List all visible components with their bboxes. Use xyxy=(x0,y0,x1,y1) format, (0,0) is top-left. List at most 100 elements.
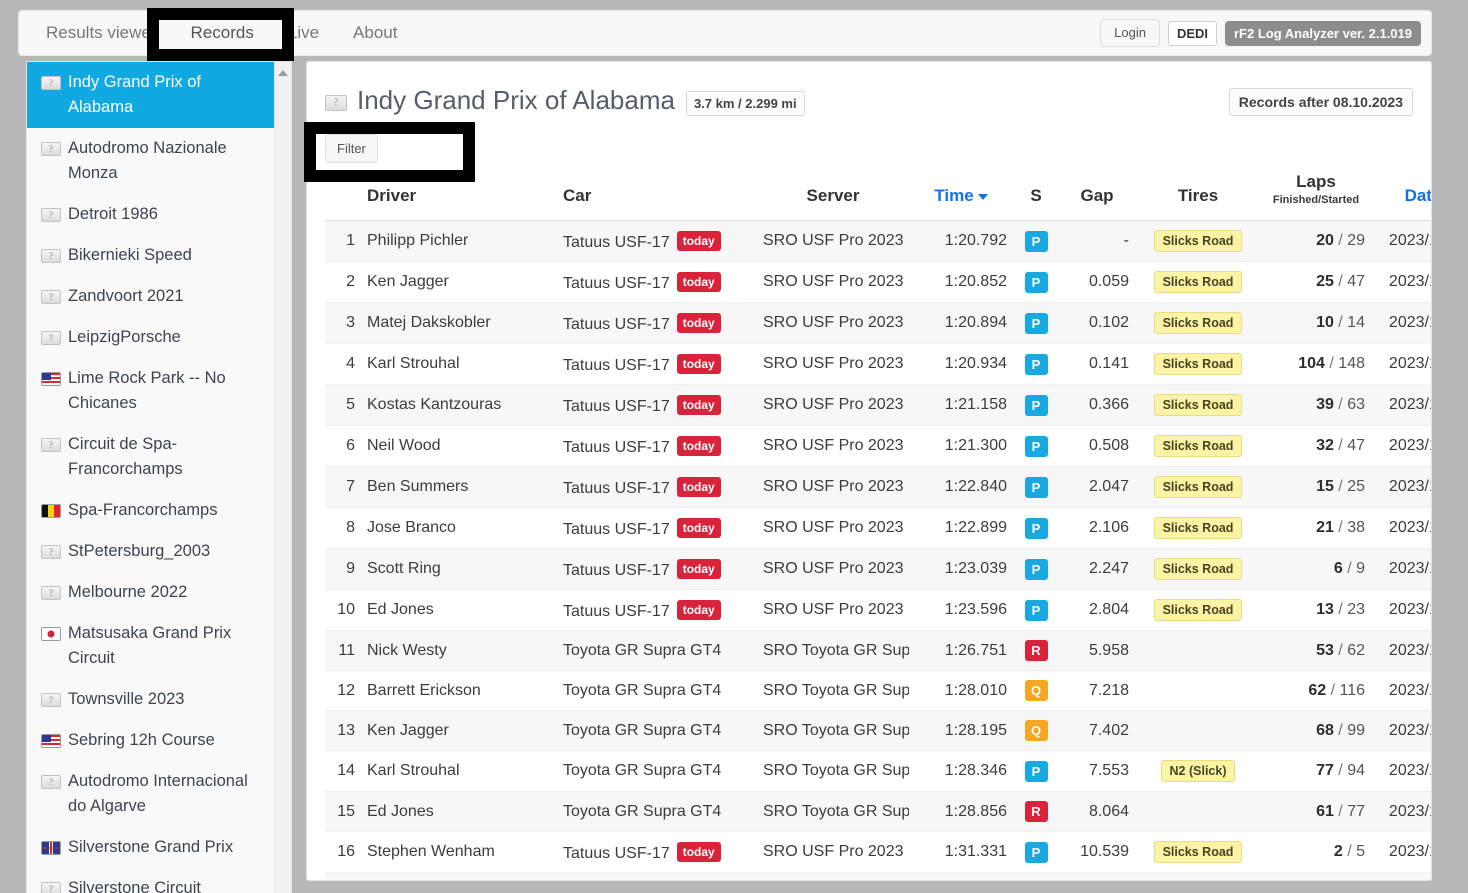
cell-driver: Matej Dakskobler xyxy=(361,302,557,344)
table-row[interactable]: 12 Barrett Erickson Toyota GR Supra GT4 SRO… xyxy=(325,670,1431,711)
sidebar-item-bikernieki-speed[interactable]: Bikernieki Speed xyxy=(27,235,275,276)
sidebar-item-spa-francorchamps[interactable]: Spa-Francorchamps xyxy=(27,490,275,531)
table-row[interactable]: 5 Kostas Kantzouras Tatuus USF-17 today SRO … xyxy=(325,384,1431,426)
col-server: Server xyxy=(757,168,909,221)
cell-date[interactable]: 2023/10/31 xyxy=(1371,589,1431,631)
cell-date[interactable]: 2023/10/31 xyxy=(1371,425,1431,467)
sidebar-scrollbar[interactable] xyxy=(274,62,291,893)
session-badge: P xyxy=(1024,558,1048,580)
table-row[interactable]: 16 Stephen Wenham Tatuus USF-17 today SRO US… xyxy=(325,831,1431,873)
cell-date[interactable]: 2023/10/31 xyxy=(1371,261,1431,303)
sidebar-item-stpetersburg-2003[interactable]: StPetersburg_2003 xyxy=(27,531,275,572)
table-row[interactable]: 15 Ed Jones Toyota GR Supra GT4 SRO Toyota … xyxy=(325,791,1431,832)
sidebar-item-zandvoort-2021[interactable]: Zandvoort 2021 xyxy=(27,276,275,317)
cell-date[interactable]: 2023/10/22 xyxy=(1371,710,1431,751)
sidebar-item-indy-grand-prix-of-alabama[interactable]: Indy Grand Prix of Alabama xyxy=(27,62,275,128)
cell-position: 17 xyxy=(325,872,361,880)
sidebar-item-townsville-2023[interactable]: Townsville 2023 xyxy=(27,679,275,720)
table-row[interactable]: 8 Jose Branco Tatuus USF-17 today SRO USF Pr… xyxy=(325,507,1431,549)
sidebar-item-lime-rock-park-no-chicanes[interactable]: Lime Rock Park -- No Chicanes xyxy=(27,358,275,424)
cell-gap: - xyxy=(1059,220,1135,262)
cell-tires xyxy=(1135,630,1261,671)
table-row[interactable]: 3 Matej Dakskobler Tatuus USF-17 today SRO U… xyxy=(325,302,1431,344)
table-row[interactable]: 1 Philipp Pichler Tatuus USF-17 today SRO US… xyxy=(325,220,1431,262)
cell-server: SRO USF Pro 2023 xyxy=(757,261,909,303)
session-badge: Q xyxy=(1024,720,1048,741)
cell-driver: Ed Jones xyxy=(361,589,557,631)
sidebar-item-autodromo-internacional-do-algarve[interactable]: Autodromo Internacional do Algarve xyxy=(27,761,275,827)
cell-session: P xyxy=(1013,507,1059,549)
cell-position: 9 xyxy=(325,548,361,590)
cell-date[interactable]: 2023/10/22 xyxy=(1371,750,1431,792)
sidebar-item-autodromo-nazionale-monza[interactable]: Autodromo Nazionale Monza xyxy=(27,128,275,194)
cell-session: P xyxy=(1013,261,1059,303)
today-badge: today xyxy=(676,230,721,251)
sidebar-item-matsusaka-grand-prix-circuit[interactable]: Matsusaka Grand Prix Circuit xyxy=(27,613,275,679)
cell-car: Tatuus USF-17 today xyxy=(557,507,757,549)
sidebar-item-detroit-1986[interactable]: Detroit 1986 xyxy=(27,194,275,235)
nav-about[interactable]: About xyxy=(336,11,414,55)
dedi-badge[interactable]: DEDI xyxy=(1167,20,1217,46)
col-date-sort[interactable]: Date xyxy=(1371,168,1431,221)
sidebar-item-sebring-12h-course[interactable]: Sebring 12h Course xyxy=(27,720,275,761)
today-badge: today xyxy=(676,312,721,333)
cell-date[interactable]: 2023/10/31 xyxy=(1371,466,1431,508)
nav-live[interactable]: Live xyxy=(271,11,336,55)
car-name: Tatuus USF-17 xyxy=(563,233,670,251)
col-laps: Laps Finished/Started xyxy=(1261,168,1371,221)
cell-tires: Slicks Road xyxy=(1135,466,1261,508)
col-time-sort[interactable]: Time xyxy=(909,168,1013,221)
table-row[interactable]: 9 Scott Ring Tatuus USF-17 today SRO USF Pro… xyxy=(325,548,1431,590)
login-button[interactable]: Login xyxy=(1100,19,1160,47)
cell-date[interactable]: 2023/10/31 xyxy=(1371,831,1431,873)
table-row[interactable]: 11 Nick Westy Toyota GR Supra GT4 SRO Toyot… xyxy=(325,630,1431,671)
today-badge: today xyxy=(676,394,721,415)
cell-date[interactable]: 2023/10/22 xyxy=(1371,630,1431,671)
track-sidebar[interactable]: Indy Grand Prix of Alabama Autodromo Nazi… xyxy=(26,61,292,893)
cell-date[interactable]: 2023/10/26 xyxy=(1371,872,1431,880)
cell-date[interactable]: 2023/10/31 xyxy=(1371,220,1431,262)
table-row[interactable]: 2 Ken Jagger Tatuus USF-17 today SRO USF Pro… xyxy=(325,261,1431,303)
scroll-up-arrow-icon[interactable] xyxy=(278,70,288,76)
cell-date[interactable]: 2023/10/31 xyxy=(1371,343,1431,385)
sidebar-item-silverstone-grand-prix[interactable]: Silverstone Grand Prix xyxy=(27,827,275,868)
cell-laps: 62 / 116 xyxy=(1261,670,1371,711)
sidebar-item-label: Detroit 1986 xyxy=(68,205,158,223)
cell-date[interactable]: 2023/10/22 xyxy=(1371,670,1431,711)
cell-date[interactable]: 2023/10/31 xyxy=(1371,548,1431,590)
filter-button[interactable]: Filter xyxy=(325,134,378,163)
records-after-badge[interactable]: Records after 08.10.2023 xyxy=(1228,88,1413,116)
cell-position: 11 xyxy=(325,630,361,671)
nav-results-viewer[interactable]: Results viewer xyxy=(29,11,174,55)
laps-separator: / xyxy=(1333,396,1348,413)
table-row[interactable]: 14 Karl Strouhal Toyota GR Supra GT4 SRO To… xyxy=(325,750,1431,792)
laps-separator: / xyxy=(1333,273,1348,290)
cell-date[interactable]: 2023/10/31 xyxy=(1371,302,1431,344)
app-root: Results viewer Records Live About Login DED… xyxy=(0,0,1468,893)
table-row[interactable]: 13 Ken Jagger Toyota GR Supra GT4 SRO Toyot… xyxy=(325,710,1431,751)
table-row[interactable]: 4 Karl Strouhal Tatuus USF-17 today SRO USF … xyxy=(325,343,1431,385)
today-badge: today xyxy=(676,271,721,292)
sidebar-item-leipzigporsche[interactable]: LeipzigPorsche xyxy=(27,317,275,358)
cell-car: Toyota GR Supra GT4 xyxy=(557,710,757,751)
table-row[interactable]: 17Patrik TrefnyTatuus USF-17SRO USF Pro … xyxy=(325,872,1431,880)
session-badge: P xyxy=(1024,394,1048,416)
today-badge: today xyxy=(676,435,721,456)
cell-server: SRO USF Pro 2023 xyxy=(757,343,909,385)
sidebar-item-silverstone-circuit[interactable]: Silverstone Circuit xyxy=(27,868,275,893)
laps-separator: / xyxy=(1333,721,1348,739)
cell-date[interactable]: 2023/10/31 xyxy=(1371,384,1431,426)
sidebar-item-melbourne-2022[interactable]: Melbourne 2022 xyxy=(27,572,275,613)
table-row[interactable]: 7 Ben Summers Tatuus USF-17 today SRO USF Pr… xyxy=(325,466,1431,508)
cell-session: P xyxy=(1013,831,1059,873)
table-row[interactable]: 10 Ed Jones Tatuus USF-17 today SRO USF Pro … xyxy=(325,589,1431,631)
nav-records[interactable]: Records xyxy=(174,11,271,55)
cell-driver: Jose Branco xyxy=(361,507,557,549)
cell-date[interactable]: 2023/10/31 xyxy=(1371,507,1431,549)
cell-date[interactable]: 2023/10/22 xyxy=(1371,791,1431,832)
session-badge: P xyxy=(1024,435,1048,457)
session-badge: Q xyxy=(1024,680,1048,701)
laps-separator: / xyxy=(1333,762,1348,779)
sidebar-item-circuit-de-spa-francorchamps[interactable]: Circuit de Spa-Francorchamps xyxy=(27,424,275,490)
table-row[interactable]: 6 Neil Wood Tatuus USF-17 today SRO USF Pro … xyxy=(325,425,1431,467)
